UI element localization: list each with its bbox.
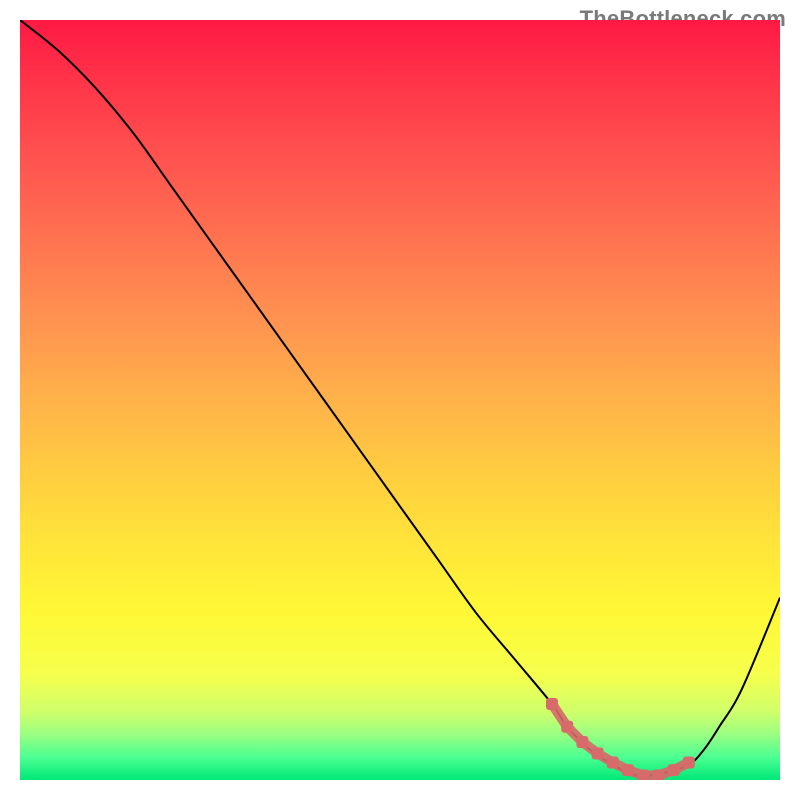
bottleneck-chart <box>20 20 780 780</box>
chart-container <box>20 20 780 780</box>
